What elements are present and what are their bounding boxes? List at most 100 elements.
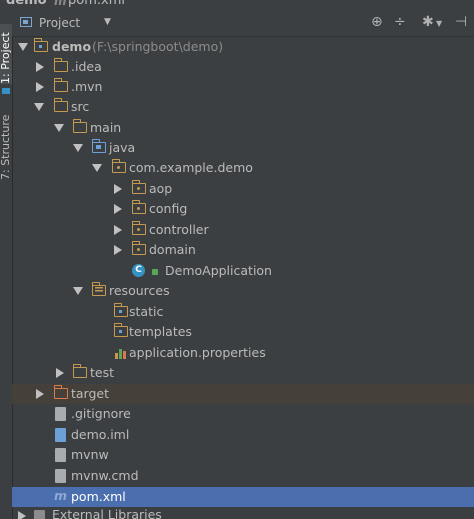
tree-label: src (71, 99, 90, 114)
tree-node-controller[interactable]: controller (12, 220, 474, 240)
tree-label: static (129, 304, 164, 319)
expand-arrow-icon[interactable] (92, 164, 102, 172)
tree-label: templates (129, 324, 192, 339)
package-icon (131, 241, 146, 255)
tree-node-package[interactable]: com.example.demo (12, 158, 474, 178)
module-folder-icon (33, 38, 48, 52)
collapsed-arrow-icon[interactable] (56, 368, 64, 378)
expand-arrow-icon[interactable] (73, 144, 83, 152)
expand-arrow-icon[interactable] (54, 124, 64, 132)
tree-label: com.example.demo (129, 160, 253, 175)
package-icon (131, 180, 146, 194)
tree-node-static[interactable]: static (12, 302, 474, 322)
tree-node-gitignore[interactable]: .gitignore (12, 404, 474, 424)
collapsed-arrow-icon[interactable] (114, 225, 122, 235)
tree-label: controller (149, 222, 209, 237)
gear-icon[interactable]: ✱ (422, 14, 434, 30)
collapsed-arrow-icon[interactable] (36, 389, 44, 399)
tree-node-mvnw[interactable]: mvnw (12, 445, 474, 465)
folder-icon (72, 119, 87, 133)
tree-node-test[interactable]: test (12, 363, 474, 383)
tree-label: aop (149, 181, 173, 196)
folder-icon (53, 98, 68, 112)
text-file-icon (55, 469, 66, 483)
tree-label-root-path: (F:\springboot\demo) (92, 39, 224, 54)
text-file-icon (55, 407, 66, 421)
tree-node-mvnw-cmd[interactable]: mvnw.cmd (12, 466, 474, 486)
tree-label: DemoApplication (165, 263, 272, 278)
tree-node-src[interactable]: src (12, 97, 474, 117)
tree-label: .idea (71, 59, 102, 74)
collapse-icon[interactable]: ÷ (394, 14, 406, 30)
tree-node-mvn[interactable]: .mvn (12, 77, 474, 97)
tree-node-config[interactable]: config (12, 199, 474, 219)
project-view-icon (20, 17, 32, 27)
expand-arrow-icon[interactable] (34, 103, 44, 111)
module-file-icon (55, 428, 66, 442)
folder-icon (113, 303, 128, 317)
tree-label: mvnw (71, 447, 109, 462)
tree-node-resources[interactable]: resources (12, 281, 474, 301)
expand-arrow-icon[interactable] (18, 43, 28, 51)
panel-title[interactable]: Project (39, 16, 80, 30)
tree-label: .gitignore (71, 406, 131, 421)
project-tool-tab[interactable]: 1: Project (0, 24, 12, 84)
tree-node-root[interactable]: demo (F:\springboot\demo) (12, 37, 474, 57)
collapsed-arrow-icon[interactable] (114, 184, 122, 194)
tree-label: test (90, 365, 115, 380)
source-folder-icon (91, 139, 106, 153)
tree-label: resources (109, 283, 170, 298)
tree-node-aop[interactable]: aop (12, 179, 474, 199)
collapsed-arrow-icon[interactable] (36, 62, 44, 72)
tree-label: main (90, 120, 122, 135)
tree-label: pom.xml (71, 489, 126, 504)
package-icon (111, 159, 126, 173)
expand-arrow-icon[interactable] (73, 287, 83, 295)
tree-label: java (109, 140, 136, 155)
tree-node-demoapplication[interactable]: C DemoApplication (12, 261, 474, 281)
tree-label: External Libraries (52, 508, 162, 519)
collapsed-arrow-icon[interactable] (114, 245, 122, 255)
folder-icon (53, 58, 68, 72)
tree-label: domain (149, 242, 196, 257)
tree-node-java[interactable]: java (12, 138, 474, 158)
tree-label: config (149, 201, 188, 216)
tree-label: target (71, 386, 110, 401)
collapsed-arrow-icon[interactable] (18, 511, 26, 519)
library-icon (34, 510, 45, 519)
collapsed-arrow-icon[interactable] (36, 82, 44, 92)
properties-bar (115, 353, 118, 359)
tree-node-idea[interactable]: .idea (12, 57, 474, 77)
properties-file-icon (115, 346, 126, 360)
structure-tool-tab[interactable]: 7: Structure (0, 108, 12, 180)
locate-icon[interactable]: ⊕ (371, 14, 383, 30)
properties-bar (123, 351, 126, 359)
tree-node-domain[interactable]: domain (12, 240, 474, 260)
tree-label: application.properties (129, 345, 266, 360)
tree-node-target[interactable]: target (12, 384, 474, 404)
collapsed-arrow-icon[interactable] (114, 204, 122, 214)
properties-bar (119, 349, 122, 359)
chevron-down-icon[interactable]: ▼ (104, 17, 111, 27)
breadcrumb-file[interactable]: pom.xml (68, 0, 125, 8)
resources-folder-icon (91, 282, 106, 296)
class-icon: C (132, 264, 145, 277)
tree-node-pom-xml[interactable]: m pom.xml (12, 487, 474, 507)
tree-node-demo-iml[interactable]: demo.iml (12, 425, 474, 445)
package-icon (131, 200, 146, 214)
tree-label-root: demo (52, 39, 92, 54)
tree-label: .mvn (71, 79, 103, 94)
tree-label: demo.iml (71, 427, 130, 442)
maven-icon: m (54, 488, 68, 503)
breadcrumb-project[interactable]: demo (6, 0, 47, 8)
project-tab-icon (2, 88, 10, 94)
text-file-icon (55, 448, 66, 462)
package-icon (131, 221, 146, 235)
tree-node-main[interactable]: main (12, 118, 474, 138)
tree-node-application-properties[interactable]: application.properties (12, 343, 474, 363)
tree-node-templates[interactable]: templates (12, 322, 474, 342)
hide-icon[interactable]: ⊣ (455, 14, 467, 30)
tree-node-external-libraries[interactable]: External Libraries (12, 508, 474, 519)
folder-icon (53, 78, 68, 92)
gear-dropdown-icon[interactable]: ▼ (436, 19, 442, 28)
